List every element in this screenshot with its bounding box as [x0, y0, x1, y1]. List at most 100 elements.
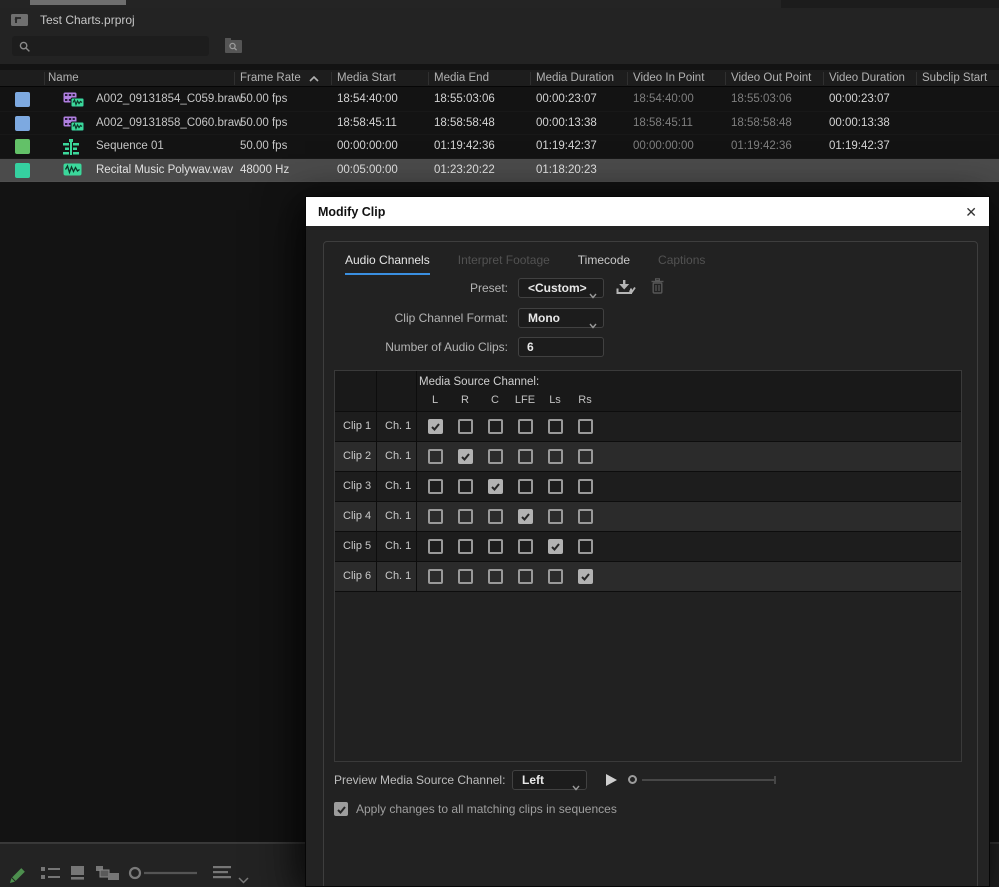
channel-label: Ch. 1: [377, 412, 417, 442]
channel-checkbox[interactable]: [428, 569, 443, 584]
channel-checkbox[interactable]: [458, 419, 473, 434]
search-input[interactable]: [34, 36, 204, 56]
channel-checkbox[interactable]: [488, 539, 503, 554]
channel-checkbox[interactable]: [578, 509, 593, 524]
channel-column-label-l: L: [420, 394, 450, 406]
search-box[interactable]: [12, 36, 209, 56]
channel-checkbox[interactable]: [518, 479, 533, 494]
preview-channel-dropdown[interactable]: Left: [512, 770, 587, 790]
channel-checkbox[interactable]: [458, 569, 473, 584]
channel-label: Ch. 1: [377, 502, 417, 532]
channel-checkbox[interactable]: [548, 449, 563, 464]
channel-checkbox[interactable]: [518, 449, 533, 464]
table-row[interactable]: Recital Music Polywav.wav48000 Hz00:05:0…: [0, 159, 999, 183]
channel-checkbox[interactable]: [488, 419, 503, 434]
cell-video-in-point: 00:00:00:00: [633, 135, 694, 159]
preview-play-button[interactable]: [606, 774, 617, 786]
cell-media-end: 01:19:42:36: [434, 135, 495, 159]
channel-checkbox[interactable]: [578, 479, 593, 494]
dialog-tab-panel: Audio Channels Interpret Footage Timecode C…: [323, 241, 978, 887]
column-header-frame-rate[interactable]: Frame Rate: [240, 70, 319, 87]
column-header-video-duration[interactable]: Video Duration: [829, 70, 905, 87]
clip-channel-format-dropdown[interactable]: Mono: [518, 308, 604, 328]
channel-checkbox[interactable]: [488, 449, 503, 464]
save-preset-icon[interactable]: [616, 279, 638, 297]
cell-name: Recital Music Polywav.wav: [96, 159, 233, 183]
preset-dropdown[interactable]: <Custom>: [518, 278, 604, 298]
edit-pencil-icon[interactable]: [5, 866, 27, 887]
channel-checkbox[interactable]: [548, 569, 563, 584]
channel-checkbox[interactable]: [548, 419, 563, 434]
cell-media-start: 00:00:00:00: [337, 135, 398, 159]
channel-checkbox[interactable]: [578, 449, 593, 464]
cell-video-duration: 00:00:13:38: [829, 112, 890, 136]
channel-checkbox[interactable]: [518, 569, 533, 584]
av-clip-icon: [63, 92, 85, 108]
label-color-swatch[interactable]: [15, 163, 30, 178]
channel-checkbox[interactable]: [488, 509, 503, 524]
preview-volume-slider[interactable]: [628, 770, 778, 790]
channel-column-label-lfe: LFE: [510, 394, 540, 406]
matrix-row: Clip 1Ch. 1: [335, 412, 961, 442]
chevron-down-icon[interactable]: [238, 871, 249, 887]
clip-channel-format-label: Clip Channel Format:: [324, 308, 508, 328]
navigate-up-icon[interactable]: [10, 12, 30, 28]
label-color-swatch[interactable]: [15, 139, 30, 154]
sort-options-icon[interactable]: [213, 866, 232, 884]
column-header-video-out-point[interactable]: Video Out Point: [731, 70, 811, 87]
channel-checkbox[interactable]: [548, 509, 563, 524]
channel-checkbox[interactable]: [518, 539, 533, 554]
tab-audio-channels[interactable]: Audio Channels: [345, 253, 430, 275]
channel-checkbox[interactable]: [428, 419, 443, 434]
channel-checkbox[interactable]: [518, 509, 533, 524]
channel-checkbox[interactable]: [548, 539, 563, 554]
channel-checkbox[interactable]: [428, 509, 443, 524]
column-header-subclip-start[interactable]: Subclip Start: [922, 70, 987, 87]
cell-media-duration: 01:18:20:23: [536, 159, 597, 183]
channel-checkbox[interactable]: [488, 479, 503, 494]
channel-checkbox[interactable]: [578, 419, 593, 434]
channel-checkbox[interactable]: [578, 569, 593, 584]
column-header-media-end[interactable]: Media End: [434, 70, 489, 87]
zoom-slider[interactable]: [128, 866, 198, 885]
channel-checkbox[interactable]: [428, 539, 443, 554]
channel-checkbox[interactable]: [428, 449, 443, 464]
channel-checkbox[interactable]: [488, 569, 503, 584]
tab-timecode[interactable]: Timecode: [578, 253, 630, 275]
apply-changes-checkbox[interactable]: [334, 802, 348, 816]
cell-video-out-point: 01:19:42:36: [731, 135, 792, 159]
column-header-video-in-point[interactable]: Video In Point: [633, 70, 704, 87]
column-header-media-start[interactable]: Media Start: [337, 70, 396, 87]
freeform-view-icon[interactable]: [96, 866, 120, 886]
list-view-icon[interactable]: [41, 866, 60, 885]
find-in-project-icon[interactable]: [224, 37, 243, 54]
channel-checkbox[interactable]: [548, 479, 563, 494]
channel-checkbox[interactable]: [458, 509, 473, 524]
cell-media-duration: 01:19:42:37: [536, 135, 597, 159]
label-color-swatch[interactable]: [15, 92, 30, 107]
channel-checkbox[interactable]: [518, 419, 533, 434]
column-header-name[interactable]: Name: [48, 70, 79, 87]
label-color-swatch[interactable]: [15, 116, 30, 131]
sort-ascending-icon: [309, 71, 319, 88]
channel-checkbox[interactable]: [578, 539, 593, 554]
channel-checkbox[interactable]: [458, 539, 473, 554]
tab-interpret-footage: Interpret Footage: [458, 253, 550, 275]
column-header-media-duration[interactable]: Media Duration: [536, 70, 614, 87]
table-row[interactable]: A002_09131858_C060.braw50.00 fps18:58:45…: [0, 112, 999, 136]
delete-preset-icon: [651, 278, 673, 296]
matrix-row: Clip 3Ch. 1: [335, 472, 961, 502]
close-icon[interactable]: ✕: [965, 205, 977, 219]
channel-checkbox[interactable]: [458, 479, 473, 494]
active-panel-tab-indicator[interactable]: [30, 0, 126, 5]
dialog-titlebar[interactable]: Modify Clip ✕: [306, 197, 989, 226]
column-separator: [823, 72, 824, 85]
channel-checkbox[interactable]: [458, 449, 473, 464]
channel-checkbox[interactable]: [428, 479, 443, 494]
matrix-channel-column-spacer: [377, 371, 417, 412]
table-row[interactable]: Sequence 0150.00 fps00:00:00:0001:19:42:…: [0, 135, 999, 159]
number-of-audio-clips-input[interactable]: [518, 337, 604, 357]
icon-view-icon[interactable]: [70, 866, 85, 885]
slider-knob[interactable]: [628, 775, 637, 784]
table-row[interactable]: A002_09131854_C059.braw50.00 fps18:54:40…: [0, 88, 999, 112]
